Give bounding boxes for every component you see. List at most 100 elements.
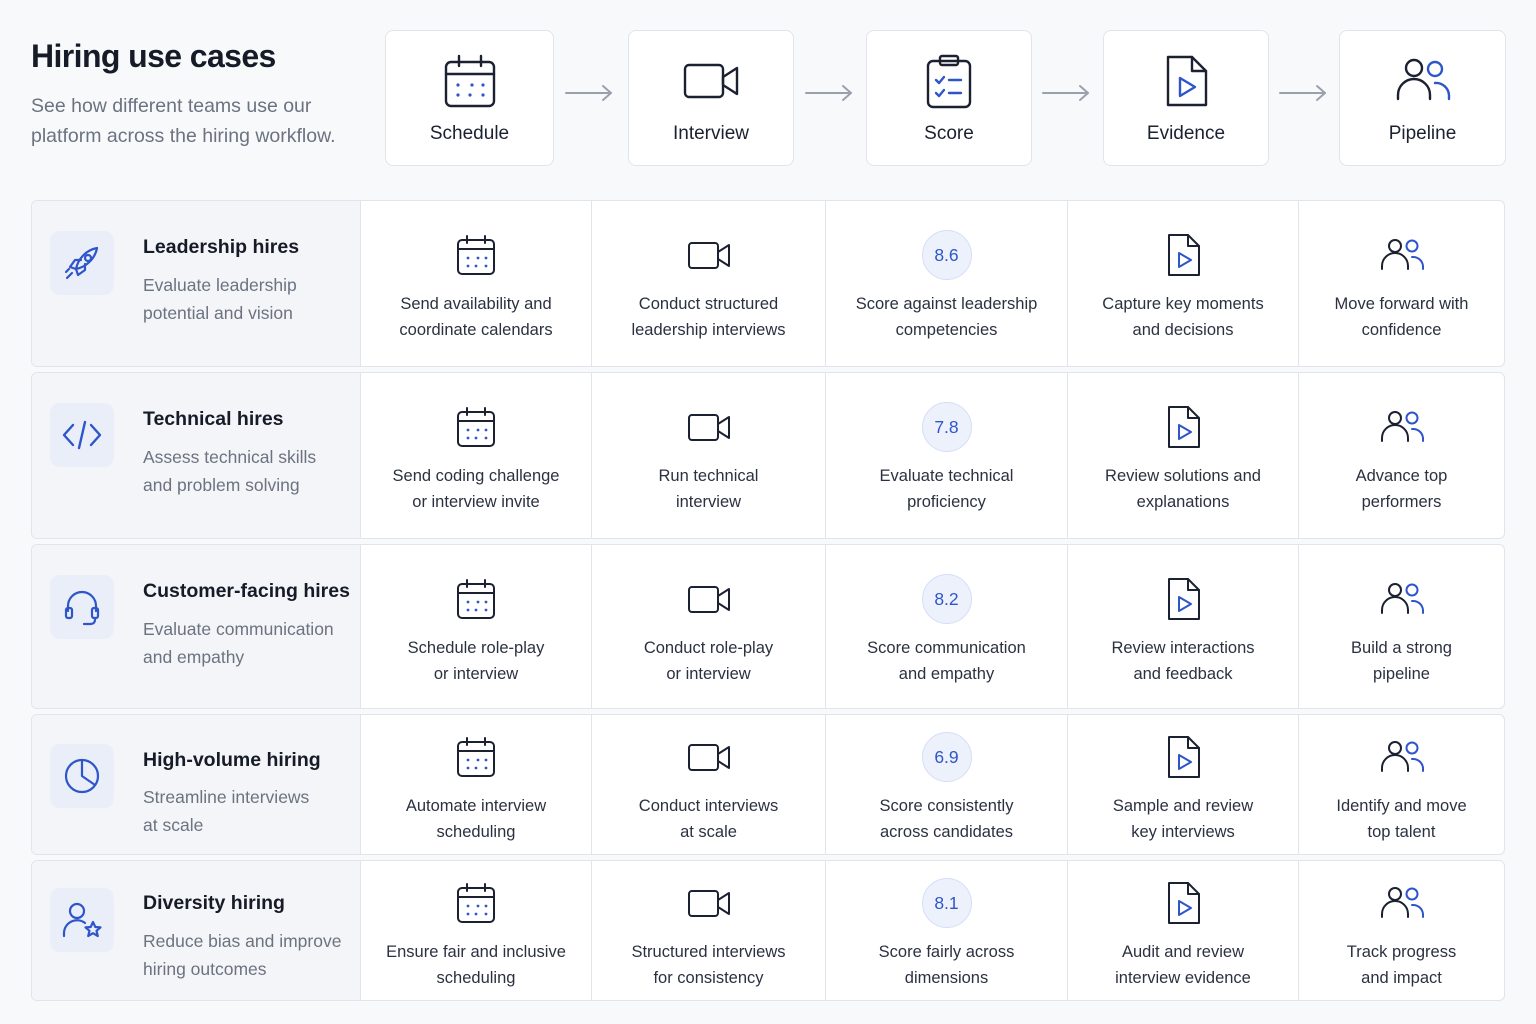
cell-text: Review solutions and explanations [1105,467,1261,511]
play-document-icon [1168,882,1200,924]
stage-score: Score [866,30,1032,166]
calendar-icon [457,579,495,619]
cell-text: Automate interview scheduling [405,797,547,841]
arrow-right-icon [565,85,612,101]
cell-score: 7.8 Evaluate technical proficiency [826,373,1068,538]
team-name: Leadership hires [143,236,300,258]
team-icon-tile [50,403,114,467]
calendar-icon [444,54,495,108]
cell-pipeline: Move forward with confidence [1299,201,1504,366]
rocket-icon [64,246,99,280]
cell-score: 8.2 Score communication and empathy [826,545,1068,708]
cell-pipeline: Identify and move top talent [1299,715,1504,854]
team-desc-line: Reduce bias and improve [143,931,342,951]
team-name: High-volume hiring [143,749,321,771]
team-icon-tile [50,575,114,639]
team-description: Reduce bias and improve hiring outcomes [143,927,361,983]
cell-text: Conduct role-play or interview [643,639,774,683]
intro: Hiring use cases See how different teams… [31,38,371,151]
cell-schedule: Schedule role-play or interview [361,545,592,708]
cell-evidence: Review solutions and explanations [1068,373,1299,538]
stage-evidence: Evidence [1103,30,1269,166]
cell-interview: Run technical interview [592,373,826,538]
cell-text: Conduct structured leadership interviews [631,295,786,339]
score-badge: 8.1 [921,878,972,928]
stage-schedule: Schedule [385,30,554,166]
play-document-icon [1166,55,1208,107]
score-badge: 8.2 [921,574,972,624]
calendar-icon [457,407,495,447]
arrow-right-icon [1279,85,1326,101]
row-leadership-hires: Leadership hires Evaluate leadership pot… [31,200,1505,367]
team-desc-line: at scale [143,815,204,835]
cell-text: Score against leadership competencies [855,295,1038,339]
cell-text: Track progress and impact [1346,943,1457,987]
calendar-icon [457,883,495,923]
play-document-icon [1168,578,1200,620]
stage-label: Pipeline [1388,123,1457,144]
stage-pipeline: Pipeline [1339,30,1506,166]
team-icon-tile [50,888,114,952]
team-desc-line: Assess technical skills [143,447,317,467]
video-camera-icon [687,744,730,771]
video-camera-icon [683,63,739,99]
stage-label: Schedule [429,123,510,144]
cell-interview: Conduct structured leadership interviews [592,201,826,366]
cell-schedule: Automate interview scheduling [361,715,592,854]
cell-evidence: Capture key moments and decisions [1068,201,1299,366]
cell-text: Score consistently across candidates [879,797,1014,841]
cell-text: Advance top performers [1355,467,1448,511]
cell-text: Capture key moments and decisions [1102,295,1264,339]
cell-text: Run technical interview [658,467,759,511]
row-technical-hires: Technical hires Assess technical skills … [31,372,1505,539]
calendar-icon [457,235,495,275]
cell-text: Identify and move top talent [1336,797,1467,841]
score-badge: 8.6 [921,230,972,280]
team-desc-line: Evaluate leadership [143,275,297,295]
cell-text: Send coding challenge or interview invite [392,467,560,511]
team-description: Evaluate leadership potential and vision [143,271,358,327]
video-camera-icon [687,242,730,269]
cell-text: Ensure fair and inclusive scheduling [386,943,566,987]
team-desc-line: potential and vision [143,303,293,323]
page-subtitle: See how different teams use our platform… [31,91,371,151]
page-subtitle-line-1: See how different teams use our [31,95,312,117]
team-info: High-volume hiring Streamline interviews… [32,715,361,854]
cell-text: Send availability and coordinate calendar… [399,295,553,339]
users-icon [1380,741,1424,772]
team-name: Technical hires [143,408,284,430]
cell-interview: Structured interviews for consistency [592,861,826,1000]
cell-text: Conduct interviews at scale [638,797,779,841]
cell-text: Schedule role-play or interview [407,639,545,683]
cell-text: Score communication and empathy [867,639,1026,683]
cell-interview: Conduct role-play or interview [592,545,826,708]
cell-pipeline: Advance top performers [1299,373,1504,538]
stage-label: Score [924,123,974,144]
users-icon [1396,58,1450,101]
team-name: Customer-facing hires [143,580,350,602]
team-info: Diversity hiring Reduce bias and improve… [32,861,361,1000]
cell-text: Evaluate technical proficiency [879,467,1014,511]
stage-label: Interview [672,123,750,144]
users-icon [1380,411,1424,442]
arrow-right-icon [805,85,852,101]
team-info: Leadership hires Evaluate leadership pot… [32,201,361,366]
page-subtitle-line-2: platform across the hiring workflow. [31,125,336,147]
pie-chart-icon [64,758,100,794]
users-icon [1380,239,1424,270]
video-camera-icon [687,890,730,917]
cell-text: Audit and review interview evidence [1115,943,1251,987]
play-document-icon [1168,234,1200,276]
headset-icon [64,590,100,626]
row-customer-facing-hires: Customer-facing hires Evaluate communica… [31,544,1505,709]
cell-text: Build a strong pipeline [1351,639,1452,683]
cell-evidence: Review interactions and feedback [1068,545,1299,708]
cell-schedule: Send availability and coordinate calendar… [361,201,592,366]
page-title: Hiring use cases [31,38,276,74]
cell-text: Move forward with confidence [1334,295,1469,339]
team-info: Technical hires Assess technical skills … [32,373,361,538]
team-desc-line: Evaluate communication [143,619,334,639]
cell-evidence: Sample and review key interviews [1068,715,1299,854]
users-icon [1380,887,1424,918]
cell-pipeline: Track progress and impact [1299,861,1504,1000]
